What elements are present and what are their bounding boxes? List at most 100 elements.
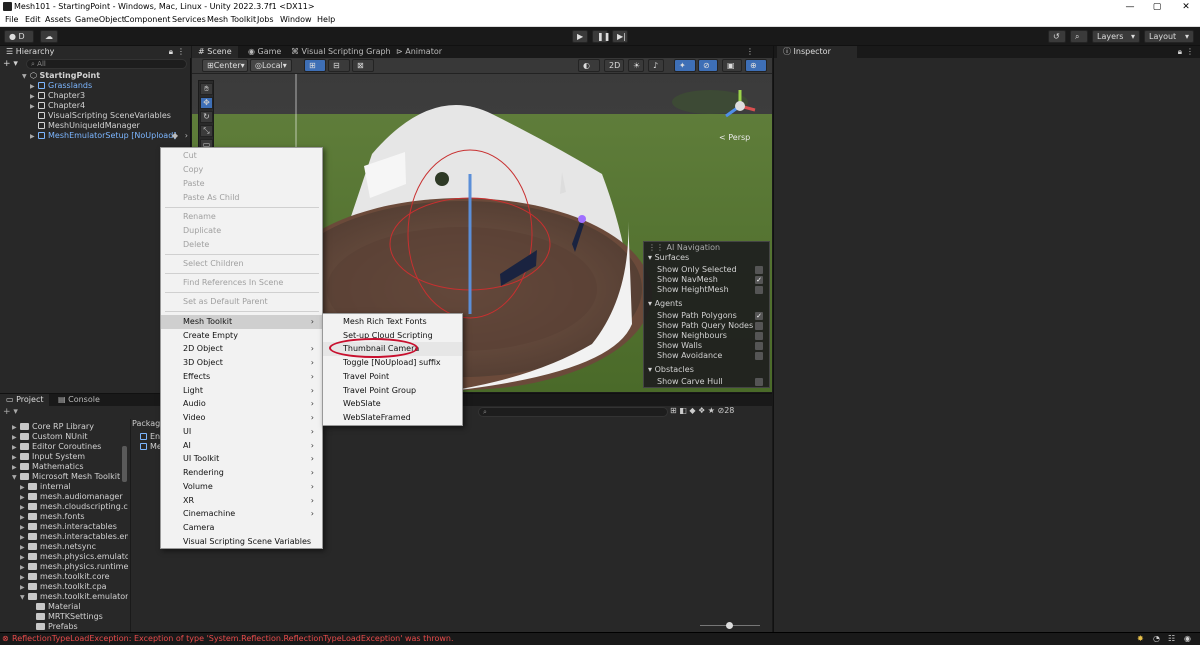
more-options-icon[interactable]: ⋮ (1186, 47, 1194, 56)
step-button[interactable]: ▶| (612, 30, 628, 43)
menu-item-find-references[interactable]: Find References In Scene (161, 276, 322, 290)
checkbox[interactable] (755, 342, 763, 350)
layers-dropdown[interactable]: Layers ▾ (1092, 30, 1140, 43)
tab-project[interactable]: ▭ Project (0, 394, 50, 406)
project-search-input[interactable]: ⌕ (478, 407, 668, 417)
hierarchy-item-chapter3[interactable]: ▶ Chapter3 (30, 91, 85, 101)
project-add-button[interactable]: + ▾ (3, 407, 18, 417)
toggle-show-avoidance[interactable]: Show Avoidance (644, 351, 769, 361)
submenu-item-mesh-rich-text-fonts[interactable]: Mesh Rich Text Fonts (323, 315, 462, 329)
menu-item-create-empty[interactable]: Create Empty (161, 329, 322, 343)
progress-icon[interactable]: ◔ (1153, 634, 1160, 643)
menu-item-audio[interactable]: Audio › (161, 397, 322, 411)
checkbox[interactable] (755, 266, 763, 274)
space-dropdown[interactable]: ◎Local▾ (250, 59, 292, 72)
menu-item-duplicate[interactable]: Duplicate (161, 224, 322, 238)
camera-settings-button[interactable]: ▣ (722, 59, 742, 72)
folder-row[interactable]: ▼ Microsoft Mesh Toolkit (12, 472, 120, 482)
menu-item-paste-as-child[interactable]: Paste As Child (161, 191, 322, 205)
scale-tool-button[interactable]: ⤡ (200, 125, 213, 137)
history-button[interactable]: ↺ (1048, 30, 1066, 43)
menu-item-copy[interactable]: Copy (161, 163, 322, 177)
close-button[interactable]: ✕ (1179, 1, 1193, 13)
submenu-item-toggle-noupload[interactable]: Toggle [NoUpload] suffix (323, 356, 462, 370)
folder-row[interactable]: ▶ mesh.interactables.emu (20, 532, 128, 542)
toggle-show-neighbours[interactable]: Show Neighbours (644, 331, 769, 341)
maximize-button[interactable]: ▢ (1150, 1, 1164, 13)
layout-dropdown[interactable]: Layout ▾ (1144, 30, 1194, 43)
menu-item-effects[interactable]: Effects › (161, 370, 322, 384)
audio-toggle[interactable]: ♪ (648, 59, 664, 72)
folder-row[interactable]: ▶ mesh.toolkit.core (20, 572, 110, 582)
menu-item-delete[interactable]: Delete (161, 238, 322, 252)
lighting-toggle[interactable]: ☀ (628, 59, 644, 72)
toggle-show-navmesh[interactable]: Show NavMesh ✓ (644, 275, 769, 285)
checkbox-checked[interactable]: ✓ (755, 312, 763, 320)
minimize-button[interactable]: — (1123, 1, 1137, 13)
menu-item-ui[interactable]: UI › (161, 425, 322, 439)
folder-row[interactable]: ▶ mesh.audiomanager (20, 492, 123, 502)
checkbox[interactable] (755, 332, 763, 340)
menu-edit[interactable]: Edit (25, 15, 41, 24)
toggle-show-carve-hull[interactable]: Show Carve Hull (644, 377, 769, 387)
lighting-status-icon[interactable]: ✸ (1137, 634, 1144, 643)
view-orientation-gizmo[interactable] (722, 88, 758, 124)
tab-inspector[interactable]: ⓘ Inspector (777, 46, 857, 58)
toggle-show-only-selected[interactable]: Show Only Selected (644, 265, 769, 275)
submenu-item-webslate[interactable]: WebSlate (323, 397, 462, 411)
menu-item-cinemachine[interactable]: Cinemachine › (161, 507, 322, 521)
menu-help[interactable]: Help (317, 15, 335, 24)
tab-game[interactable]: ◉ Game (242, 46, 288, 58)
notifications-icon[interactable]: ◉ (1184, 634, 1191, 643)
folder-row[interactable]: ▶ mesh.netsync (20, 542, 96, 552)
visibility-toggle[interactable]: ⊘ (698, 59, 718, 72)
pivot-dropdown[interactable]: ⊞Center▾ (202, 59, 248, 72)
hierarchy-item-meshemulatorsetup[interactable]: ▶ MeshEmulatorSetup [NoUpload] ◆ › (30, 131, 188, 141)
projection-label[interactable]: < Persp (719, 133, 750, 142)
effects-toggle[interactable]: ✦ (674, 59, 696, 72)
folder-row[interactable]: ▶ Core RP Library (12, 422, 94, 432)
asset-item[interactable]: En (140, 432, 160, 442)
menu-item-video[interactable]: Video › (161, 411, 322, 425)
obstacles-header[interactable]: ▾ Obstacles (644, 365, 769, 375)
menu-item-ui-toolkit[interactable]: UI Toolkit › (161, 452, 322, 466)
menu-jobs[interactable]: Jobs (257, 15, 274, 24)
slider-thumb[interactable] (726, 622, 733, 629)
menu-item-set-default-parent[interactable]: Set as Default Parent (161, 295, 322, 309)
folder-row[interactable]: ▶ mesh.interactables (20, 522, 117, 532)
menu-item-select-children[interactable]: Select Children (161, 257, 322, 271)
folder-row[interactable]: ▶ mesh.physics.emulator (20, 552, 128, 562)
more-options-icon[interactable]: ⋮ (177, 46, 185, 58)
menu-item-ai[interactable]: AI › (161, 439, 322, 453)
submenu-item-webslateframed[interactable]: WebSlateFramed (323, 411, 462, 425)
search-button[interactable]: ⌕ (1070, 30, 1088, 43)
menu-item-light[interactable]: Light › (161, 384, 322, 398)
checkbox-checked[interactable]: ✓ (755, 276, 763, 284)
folder-row[interactable]: ▶ mesh.cloudscripting.clie (20, 502, 128, 512)
lock-icon[interactable]: 🔒︎ (1178, 47, 1182, 57)
grid-snap-button[interactable]: ⊞ (304, 59, 326, 72)
star-icon[interactable]: ★ (708, 406, 715, 415)
toggle-show-path-query-nodes[interactable]: Show Path Query Nodes (644, 321, 769, 331)
menu-item-visual-scripting-scene-variables[interactable]: Visual Scripting Scene Variables (161, 535, 322, 549)
menu-item-rendering[interactable]: Rendering › (161, 466, 322, 480)
menu-item-xr[interactable]: XR › (161, 494, 322, 508)
menu-gameobject[interactable]: GameObject (75, 15, 125, 24)
tab-console[interactable]: ▤ Console (52, 394, 106, 406)
menu-window[interactable]: Window (280, 15, 312, 24)
tab-scene[interactable]: # Scene (192, 46, 238, 58)
submenu-item-travel-point-group[interactable]: Travel Point Group (323, 384, 462, 398)
drag-handle-icon[interactable]: ⋮⋮ (648, 243, 664, 252)
folder-row[interactable]: ▼ mesh.toolkit.emulator (20, 592, 128, 602)
collab-icon[interactable]: ☷ (1168, 634, 1175, 643)
menu-component[interactable]: Component (124, 15, 170, 24)
menu-item-volume[interactable]: Volume › (161, 480, 322, 494)
checkbox[interactable] (755, 352, 763, 360)
menu-item-camera[interactable]: Camera (161, 521, 322, 535)
expand-arrow-icon[interactable]: ▶ (30, 102, 38, 112)
account-dropdown[interactable]: ● D (4, 30, 34, 43)
checkbox[interactable] (755, 378, 763, 386)
folder-row[interactable]: ▶ mesh.toolkit.cpa (20, 582, 107, 592)
expand-arrow-icon[interactable]: ▼ (12, 473, 20, 483)
add-button[interactable]: + ▾ (3, 59, 23, 69)
